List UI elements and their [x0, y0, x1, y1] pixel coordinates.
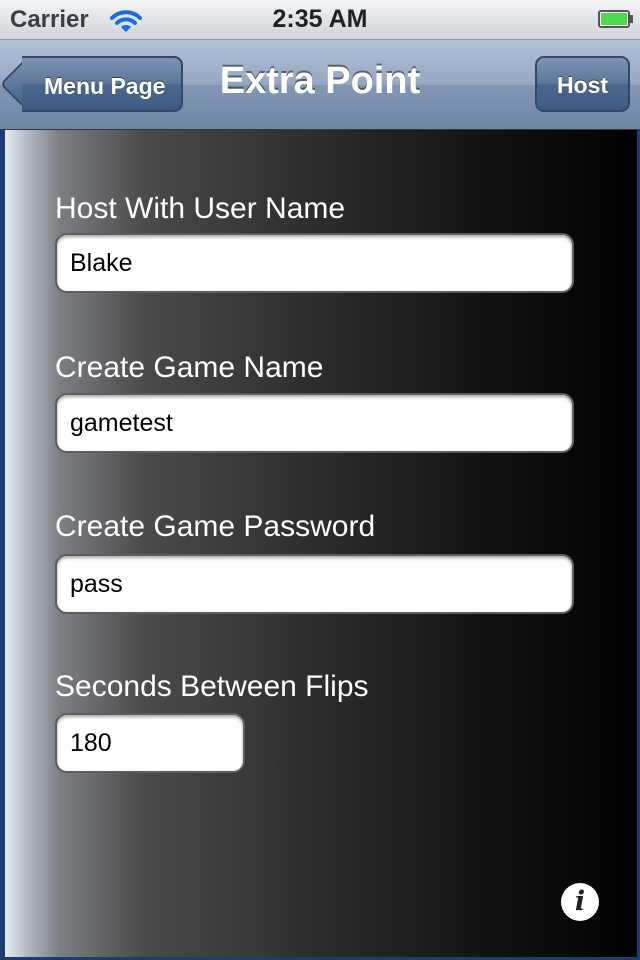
game-password-label: Create Game Password — [55, 510, 376, 543]
seconds-between-flips-label: Seconds Between Flips — [55, 670, 369, 703]
game-name-field[interactable]: gametest — [55, 393, 574, 453]
status-time: 2:35 AM — [272, 5, 368, 33]
host-form: Host With User Name Blake Create Game Na… — [0, 130, 640, 960]
info-icon[interactable]: i — [561, 883, 599, 921]
back-button-wrap: Menu Page — [10, 40, 190, 130]
user-name-field[interactable]: Blake — [55, 233, 574, 293]
game-name-label: Create Game Name — [55, 351, 324, 384]
menu-page-back-button[interactable]: Menu Page — [22, 56, 184, 112]
status-bar: Carrier 2:35 AM — [0, 0, 640, 40]
battery-icon — [598, 10, 633, 28]
user-name-label: Host With User Name — [55, 192, 346, 225]
game-password-field[interactable]: pass — [55, 554, 574, 614]
seconds-between-flips-field[interactable]: 180 — [55, 713, 245, 773]
navigation-bar: Menu Page Extra Point Host — [0, 40, 640, 130]
host-button[interactable]: Host — [535, 56, 630, 112]
